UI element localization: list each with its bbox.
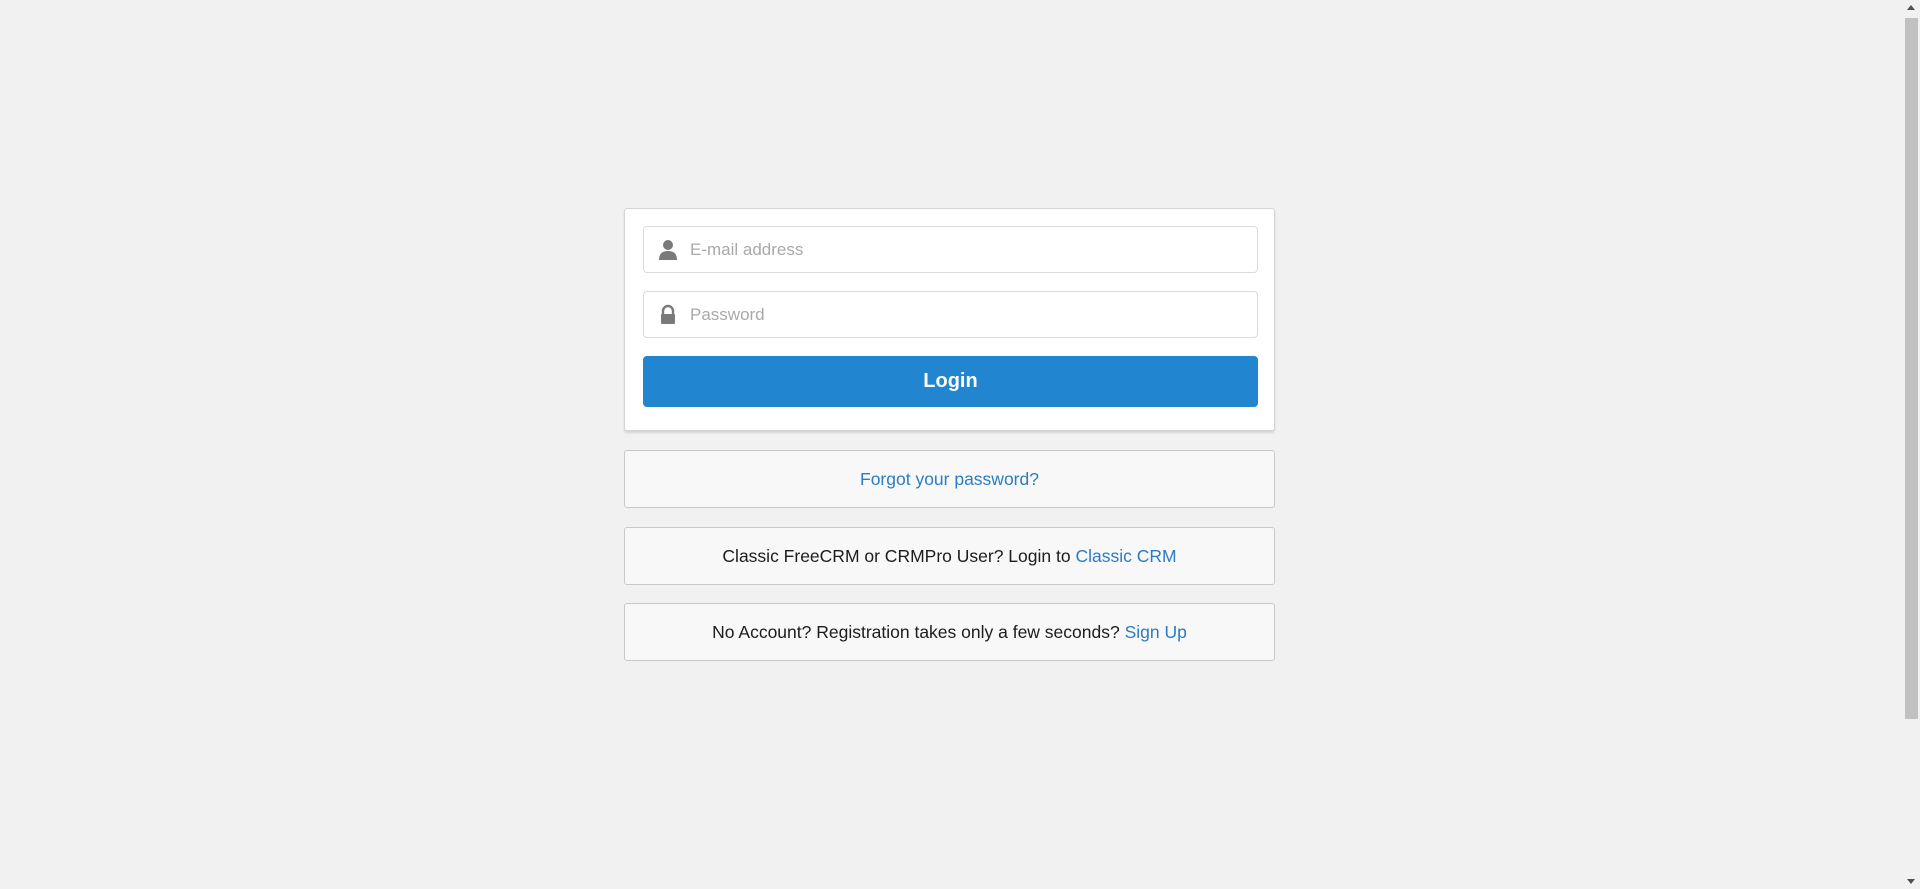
login-page: Login Forgot your password? Classic Free… — [0, 0, 1920, 889]
forgot-password-link[interactable]: Forgot your password? — [860, 469, 1039, 490]
classic-crm-link[interactable]: Classic CRM — [1075, 546, 1176, 567]
lock-icon — [658, 304, 678, 326]
scroll-up-arrow-icon[interactable] — [1907, 5, 1915, 10]
login-form: Login — [624, 208, 1275, 431]
login-button[interactable]: Login — [643, 356, 1258, 407]
signup-box: No Account? Registration takes only a fe… — [624, 603, 1275, 661]
scroll-thumb[interactable] — [1905, 18, 1918, 719]
signup-link[interactable]: Sign Up — [1125, 622, 1187, 643]
classic-crm-box: Classic FreeCRM or CRMPro User? Login to… — [624, 527, 1275, 585]
forgot-password-box: Forgot your password? — [624, 450, 1275, 508]
email-field[interactable] — [643, 226, 1258, 273]
vertical-scrollbar[interactable] — [1903, 0, 1920, 889]
scroll-down-arrow-icon[interactable] — [1907, 879, 1915, 884]
email-input[interactable] — [690, 227, 1245, 272]
signup-text: No Account? Registration takes only a fe… — [712, 621, 1120, 642]
user-icon — [658, 239, 678, 261]
classic-crm-text: Classic FreeCRM or CRMPro User? Login to — [722, 545, 1071, 566]
password-input[interactable] — [690, 292, 1245, 337]
password-field[interactable] — [643, 291, 1258, 338]
